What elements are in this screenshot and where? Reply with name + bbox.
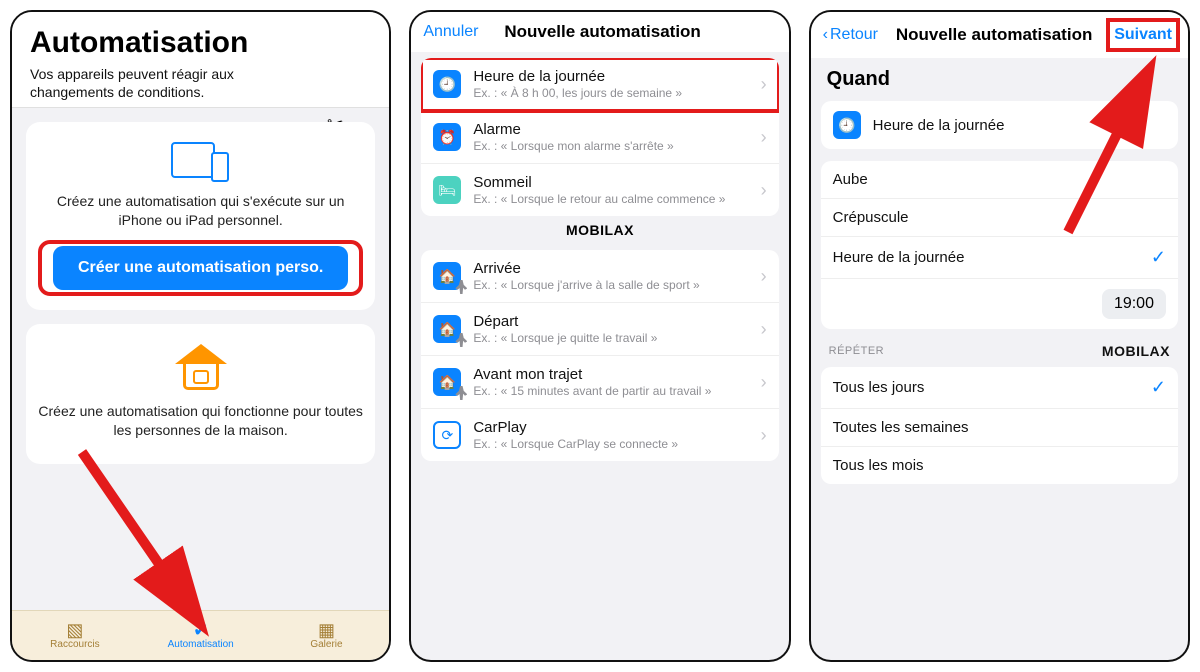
row-time-of-day[interactable]: 🕘 Heure de la journée Ex. : « À 8 h 00, … — [421, 58, 778, 111]
chevron-right-icon: › — [761, 266, 767, 287]
row-arrive[interactable]: 🏠 Arrivée Ex. : « Lorsque j'arrive à la … — [421, 250, 778, 303]
section-when: Quand — [811, 58, 1188, 95]
tab-automation[interactable]: ✔ Automatisation — [138, 611, 264, 660]
option-sunset[interactable]: Crépuscule — [821, 199, 1178, 237]
chevron-right-icon: › — [761, 74, 767, 95]
page-title: Automatisation — [30, 26, 371, 60]
bed-icon: 🛏 — [433, 176, 461, 204]
row-time-of-day-selected[interactable]: 🕘 Heure de la journée — [821, 101, 1178, 149]
nav-bar: ‹ Retour Nouvelle automatisation Suivant — [811, 12, 1188, 58]
nav-back-button[interactable]: ‹ Retour — [823, 26, 878, 44]
chevron-right-icon: › — [761, 372, 767, 393]
chevron-right-icon: › — [761, 180, 767, 201]
clock-icon: 🕘 — [833, 111, 861, 139]
nav-bar: Annuler Nouvelle automatisation — [411, 12, 788, 52]
arrive-icon: 🏠 — [433, 262, 461, 290]
row-carplay[interactable]: ⟳ CarPlay Ex. : « Lorsque CarPlay se con… — [421, 409, 778, 461]
card-description: Créez une automatisation qui s'exécute s… — [38, 192, 363, 230]
repeat-options: Tous les jours ✓ Toutes les semaines Tou… — [821, 367, 1178, 484]
chevron-right-icon: › — [761, 127, 767, 148]
repeat-weekly[interactable]: Toutes les semaines — [821, 409, 1178, 447]
chevron-right-icon: › — [761, 425, 767, 446]
checkmark-icon: ✓ — [1151, 377, 1166, 398]
tab-gallery[interactable]: ▦ Galerie — [264, 611, 390, 660]
personal-automation-card: Créez une automatisation qui s'exécute s… — [26, 122, 375, 310]
gallery-icon: ▦ — [318, 621, 335, 639]
tab-shortcuts[interactable]: ▧ Raccourcis — [12, 611, 138, 660]
repeat-daily[interactable]: Tous les jours ✓ — [821, 367, 1178, 409]
leave-icon: 🏠 — [433, 315, 461, 343]
home-icon — [175, 344, 227, 392]
time-picker-row[interactable]: 19:00 — [821, 279, 1178, 329]
nav-title: Nouvelle automatisation — [504, 22, 700, 42]
carplay-icon: ⟳ — [433, 421, 461, 449]
repeat-section-label: RÉPÉTER MOBILAX — [811, 335, 1188, 361]
nav-title: Nouvelle automatisation — [896, 25, 1092, 45]
option-time-of-day[interactable]: Heure de la journée ✓ — [821, 237, 1178, 279]
commute-icon: 🏠 — [433, 368, 461, 396]
highlight-box: Créer une automatisation perso. — [38, 240, 363, 296]
row-sleep[interactable]: 🛏 Sommeil Ex. : « Lorsque le retour au c… — [421, 164, 778, 216]
clock-icon: 🕘 — [433, 70, 461, 98]
tab-bar: ▧ Raccourcis ✔ Automatisation ▦ Galerie — [12, 610, 389, 660]
stack-icon: ▧ — [66, 621, 83, 639]
annotation-arrow — [72, 442, 222, 637]
create-personal-automation-button[interactable]: Créer une automatisation perso. — [53, 246, 348, 290]
option-sunrise[interactable]: Aube — [821, 161, 1178, 199]
row-alarm[interactable]: ⏰ Alarme Ex. : « Lorsque mon alarme s'ar… — [421, 111, 778, 164]
clock-check-icon: ✔ — [193, 621, 208, 639]
row-before-commute[interactable]: 🏠 Avant mon trajet Ex. : « 15 minutes av… — [421, 356, 778, 409]
chevron-left-icon: ‹ — [823, 26, 828, 44]
row-leave[interactable]: 🏠 Départ Ex. : « Lorsque je quitte le tr… — [421, 303, 778, 356]
home-automation-card: Créez une automatisation qui fonctionne … — [26, 324, 375, 464]
time-value[interactable]: 19:00 — [1102, 289, 1166, 319]
trigger-list-location: 🏠 Arrivée Ex. : « Lorsque j'arrive à la … — [421, 250, 778, 461]
brand-watermark: MOBILAX — [1102, 343, 1170, 359]
checkmark-icon: ✓ — [1151, 247, 1166, 268]
brand-watermark: MOBILAX — [421, 216, 778, 244]
card-description: Créez une automatisation qui fonctionne … — [38, 402, 363, 440]
when-selected: 🕘 Heure de la journée — [821, 101, 1178, 149]
nav-cancel-button[interactable]: Annuler — [423, 23, 478, 41]
page-subtitle: Vos appareils peuvent réagir aux changem… — [30, 66, 270, 101]
when-options: Aube Crépuscule Heure de la journée ✓ 19… — [821, 161, 1178, 329]
devices-icon — [171, 142, 231, 182]
chevron-right-icon: › — [761, 319, 767, 340]
alarm-icon: ⏰ — [433, 123, 461, 151]
repeat-monthly[interactable]: Tous les mois — [821, 447, 1178, 484]
nav-next-button[interactable]: Suivant — [1110, 22, 1176, 48]
trigger-list-time: 🕘 Heure de la journée Ex. : « À 8 h 00, … — [421, 58, 778, 216]
